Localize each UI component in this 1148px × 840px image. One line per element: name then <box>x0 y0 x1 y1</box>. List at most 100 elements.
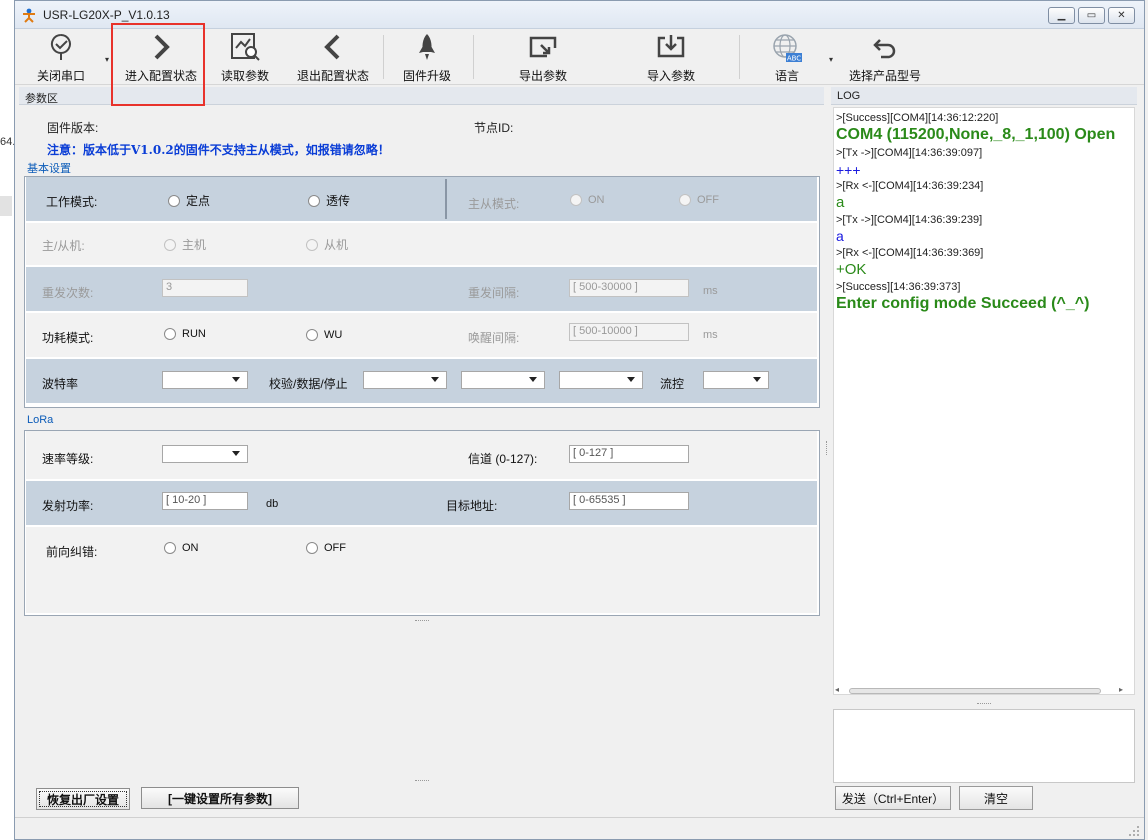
tx-power-field[interactable]: [ 10-20 ] <box>162 492 248 510</box>
power-run-radio[interactable]: RUN <box>164 328 206 340</box>
export-icon <box>529 36 557 58</box>
wake-interval-unit: ms <box>703 329 718 341</box>
import-icon <box>657 35 685 58</box>
parity-select[interactable] <box>363 371 447 389</box>
select-model-label: 选择产品型号 <box>848 69 921 83</box>
background-selection <box>0 196 12 216</box>
master-slave-mode-label: 主从模式: <box>468 197 520 211</box>
log-line: >[Rx <-][COM4][14:36:39:369] <box>836 247 984 259</box>
scroll-right-icon[interactable]: ▸ <box>1119 685 1123 694</box>
role-master-radio: 主机 <box>164 236 206 253</box>
log-header: LOG <box>831 87 1137 105</box>
clear-button[interactable]: 清空 <box>959 786 1033 810</box>
basic-settings-group: 工作模式: 定点 透传 主从模式: ON OFF 主/从机: 主机 从机 重发次… <box>24 176 820 408</box>
scroll-left-icon[interactable]: ◂ <box>835 685 839 694</box>
language-button[interactable]: ABC 语言 <box>759 29 815 85</box>
chevron-left-icon <box>324 34 340 60</box>
restore-factory-button[interactable]: 恢复出厂设置 <box>36 788 130 810</box>
work-mode-row: 工作模式: 定点 透传 主从模式: ON OFF <box>26 177 817 221</box>
splitter-grip[interactable] <box>415 620 429 622</box>
close-port-button[interactable]: 关闭串口 <box>29 29 93 85</box>
log-line: >[Tx ->][COM4][14:36:39:239] <box>836 214 983 226</box>
retry-count-field: 3 <box>162 279 248 297</box>
toolbar-separator <box>473 35 474 79</box>
flow-control-select[interactable] <box>703 371 769 389</box>
channel-field[interactable]: [ 0-127 ] <box>569 445 689 463</box>
chevron-down-icon[interactable]: ▾ <box>105 55 109 64</box>
baud-rate-select[interactable] <box>162 371 248 389</box>
background-window-edge: 64. <box>0 0 16 840</box>
retry-count-label: 重发次数: <box>42 286 94 300</box>
export-params-button[interactable]: 导出参数 <box>511 29 575 85</box>
resize-grip-icon[interactable] <box>1128 825 1140 837</box>
set-all-params-button[interactable]: [一键设置所有参数] <box>141 787 299 809</box>
tx-power-unit: db <box>266 498 279 510</box>
fec-off-radio[interactable]: OFF <box>306 542 346 554</box>
work-mode-fixed-radio[interactable]: 定点 <box>168 192 210 209</box>
power-mode-label: 功耗模式: <box>42 331 94 345</box>
log-line: Enter config mode Succeed (^_^) <box>836 295 1090 312</box>
window-title: USR-LG20X-P_V1.0.13 <box>43 8 170 22</box>
node-id-label: 节点ID: <box>474 121 514 135</box>
role-label: 主/从机: <box>42 239 85 253</box>
target-address-field[interactable]: [ 0-65535 ] <box>569 492 689 510</box>
select-model-button[interactable]: 选择产品型号 <box>843 29 927 85</box>
send-button[interactable]: 发送（Ctrl+Enter） <box>835 786 951 810</box>
tx-power-row: 发射功率: [ 10-20 ] db 目标地址: [ 0-65535 ] <box>26 481 817 525</box>
language-label: 语言 <box>774 69 799 83</box>
target-address-label: 目标地址: <box>446 499 498 513</box>
baud-label: 波特率 <box>42 377 79 391</box>
tx-power-label: 发射功率: <box>42 499 94 513</box>
close-port-label: 关闭串口 <box>36 69 85 83</box>
app-logo-icon <box>23 8 35 23</box>
serial-row: 波特率 校验/数据/停止 流控 <box>26 359 817 403</box>
log-line: +OK <box>836 261 867 278</box>
undo-arrow-icon <box>873 39 896 59</box>
splitter-grip[interactable] <box>977 703 991 705</box>
background-text-fragment: 64. <box>0 136 16 148</box>
firmware-upgrade-button[interactable]: 固件升级 <box>395 29 459 85</box>
app-window: USR-LG20X-P_V1.0.13 ▁ ▭ ✕ 关闭串口 ▾ 进入配置状态 <box>14 0 1145 840</box>
lora-settings-group: 速率等级: 信道 (0-127): [ 0-127 ] 发射功率: [ 10-2… <box>24 430 820 616</box>
role-row: 主/从机: 主机 从机 <box>26 223 817 265</box>
work-mode-transparent-radio[interactable]: 透传 <box>308 192 350 209</box>
flow-control-label: 流控 <box>660 377 685 391</box>
send-input[interactable] <box>833 709 1135 783</box>
power-wu-radio[interactable]: WU <box>306 329 342 341</box>
minimize-button[interactable]: ▁ <box>1048 7 1075 24</box>
close-window-button[interactable]: ✕ <box>1108 7 1135 24</box>
basic-settings-title: 基本设置 <box>27 163 71 175</box>
read-params-icon <box>231 33 260 61</box>
params-panel: 参数区 固件版本: 节点ID: 注意：版本低于V1.0.2的固件不支持主从模式，… <box>19 87 824 823</box>
fec-row: 前向纠错: ON OFF <box>26 527 817 613</box>
highlight-annotation-box <box>111 23 205 106</box>
data-bits-select[interactable] <box>461 371 545 389</box>
stop-bits-select[interactable] <box>559 371 643 389</box>
exit-config-button[interactable]: 退出配置状态 <box>293 29 373 85</box>
splitter-grip[interactable] <box>415 780 429 782</box>
toolbar-separator <box>383 35 384 79</box>
scrollbar-thumb[interactable] <box>849 688 1101 694</box>
lora-settings-title: LoRa <box>27 414 54 426</box>
log-line: >[Tx ->][COM4][14:36:39:097] <box>836 147 983 159</box>
export-params-label: 导出参数 <box>518 69 567 83</box>
firmware-upgrade-label: 固件升级 <box>402 69 451 83</box>
import-params-button[interactable]: 导入参数 <box>639 29 703 85</box>
vertical-splitter-grip[interactable] <box>826 441 828 455</box>
fec-on-radio[interactable]: ON <box>164 542 199 554</box>
exit-config-label: 退出配置状态 <box>296 69 369 83</box>
retry-interval-field: [ 500-30000 ] <box>569 279 689 297</box>
maximize-button[interactable]: ▭ <box>1078 7 1105 24</box>
toolbar-separator <box>739 35 740 79</box>
retry-interval-label: 重发间隔: <box>468 286 520 300</box>
wake-interval-field: [ 500-10000 ] <box>569 323 689 341</box>
horizontal-scrollbar[interactable]: ◂ ▸ <box>835 685 1129 697</box>
log-line: >[Success][14:36:39:373] <box>836 281 961 293</box>
log-line: a <box>836 194 845 211</box>
row-divider <box>445 179 447 219</box>
rate-level-select[interactable] <box>162 445 248 463</box>
log-output[interactable]: >[Success][COM4][14:36:12:220] COM4 (115… <box>833 107 1135 695</box>
chevron-down-icon[interactable]: ▾ <box>829 55 833 64</box>
read-params-button[interactable]: 读取参数 <box>215 29 275 85</box>
log-line: >[Rx <-][COM4][14:36:39:234] <box>836 180 984 192</box>
